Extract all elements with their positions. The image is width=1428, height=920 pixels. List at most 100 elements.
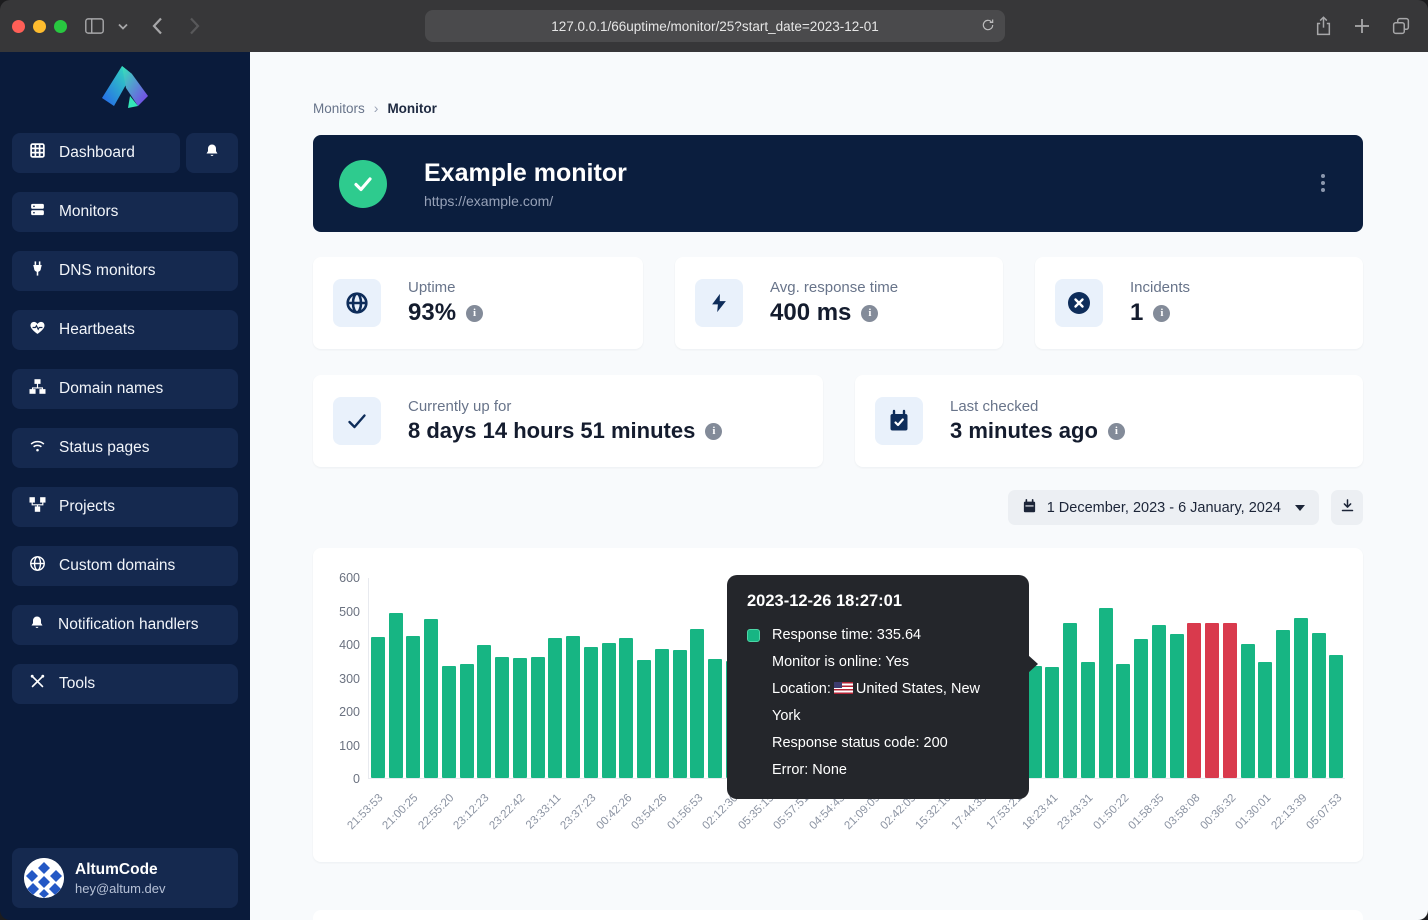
chart-bar-up[interactable] — [1099, 608, 1113, 778]
chart-bar-up[interactable] — [406, 636, 420, 778]
notifications-button[interactable] — [186, 133, 238, 173]
chart-tooltip: 2023-12-26 18:27:01 Response time: 335.6… — [727, 575, 1029, 799]
sidebar-item-tools[interactable]: Tools — [12, 664, 238, 704]
chart-bar-up[interactable] — [424, 619, 438, 778]
bolt-icon — [695, 279, 743, 327]
sidebar-item-projects[interactable]: Projects — [12, 487, 238, 527]
sidebar-item-label: Projects — [59, 498, 115, 516]
reload-icon[interactable] — [981, 18, 995, 35]
chart-bar-up[interactable] — [1312, 633, 1326, 778]
date-range-picker[interactable]: 1 December, 2023 - 6 January, 2024 — [1008, 490, 1319, 525]
info-icon[interactable]: i — [705, 423, 722, 440]
chart-bar-up[interactable] — [1134, 639, 1148, 778]
incidents-card: Incidents 1i — [1035, 257, 1363, 349]
chart-bar-up[interactable] — [566, 636, 580, 778]
chart-bar-down[interactable] — [1205, 623, 1219, 778]
info-icon[interactable]: i — [1153, 305, 1170, 322]
series-swatch — [747, 629, 760, 642]
breadcrumb-monitors-link[interactable]: Monitors — [313, 101, 365, 116]
chart-bar-down[interactable] — [1223, 623, 1237, 778]
avg-response-card: Avg. response time 400 msi — [675, 257, 1003, 349]
check-icon — [333, 397, 381, 445]
chart-bar-up[interactable] — [1258, 662, 1272, 778]
chart-bar-up[interactable] — [708, 659, 722, 778]
forward-button[interactable] — [189, 17, 200, 35]
sidebar-item-dashboard[interactable]: Dashboard — [12, 133, 180, 173]
chart-bar-up[interactable] — [673, 650, 687, 778]
us-flag-icon — [834, 682, 853, 694]
info-icon[interactable]: i — [466, 305, 483, 322]
chart-bar-up[interactable] — [442, 666, 456, 778]
y-tick-label: 200 — [339, 705, 360, 719]
bell-icon — [204, 142, 220, 164]
chart-bar-up[interactable] — [619, 638, 633, 778]
chart-bar-up[interactable] — [371, 637, 385, 778]
calendar-check-icon — [875, 397, 923, 445]
sidebar-item-heartbeats[interactable]: Heartbeats — [12, 310, 238, 350]
chart-bar-up[interactable] — [477, 645, 491, 778]
address-bar[interactable]: 127.0.0.1/66uptime/monitor/25?start_date… — [425, 10, 1005, 42]
globe-icon — [333, 279, 381, 327]
chevron-right-icon: › — [374, 100, 379, 116]
chart-bar-up[interactable] — [1116, 664, 1130, 778]
caret-down-icon — [1295, 505, 1305, 511]
sidebar-item-custom-domains[interactable]: Custom domains — [12, 546, 238, 586]
chart-bar-up[interactable] — [1028, 666, 1042, 778]
chart-bar-up[interactable] — [1152, 625, 1166, 778]
minimize-window-button[interactable] — [33, 20, 46, 33]
chart-bar-up[interactable] — [531, 657, 545, 778]
avg-response-value: 400 ms — [770, 299, 851, 327]
sidebar-toggle-icon[interactable] — [85, 18, 104, 34]
diagram-icon — [29, 496, 46, 518]
chart-bar-up[interactable] — [690, 629, 704, 778]
app-logo[interactable] — [0, 52, 250, 110]
sidebar-item-domain-names[interactable]: Domain names — [12, 369, 238, 409]
chart-bar-up[interactable] — [389, 613, 403, 778]
chart-bar-up[interactable] — [1294, 618, 1308, 778]
chart-bar-up[interactable] — [584, 647, 598, 778]
chart-bar-up[interactable] — [1241, 644, 1255, 778]
chart-bar-up[interactable] — [1329, 655, 1343, 778]
sidebar-item-label: Custom domains — [59, 557, 175, 575]
sidebar-item-status-pages[interactable]: Status pages — [12, 428, 238, 468]
chart-bar-up[interactable] — [1170, 634, 1184, 778]
chart-bar-up[interactable] — [602, 643, 616, 778]
tab-overview-icon[interactable] — [1392, 17, 1410, 35]
chevron-down-icon[interactable] — [118, 23, 128, 30]
sidebar-item-dns-monitors[interactable]: DNS monitors — [12, 251, 238, 291]
monitor-menu-button[interactable] — [1317, 170, 1329, 196]
tools-icon — [29, 673, 46, 695]
sidebar-item-label: Monitors — [59, 203, 118, 221]
chart-bar-up[interactable] — [495, 657, 509, 778]
chart-bar-up[interactable] — [1276, 630, 1290, 778]
info-icon[interactable]: i — [1108, 423, 1125, 440]
chart-bar-up[interactable] — [637, 660, 651, 778]
close-window-button[interactable] — [12, 20, 25, 33]
traffic-lights — [12, 20, 67, 33]
chart-bar-up[interactable] — [1045, 667, 1059, 778]
chart-bar-up[interactable] — [1081, 662, 1095, 778]
chart-bar-up[interactable] — [1063, 623, 1077, 778]
monitor-url: https://example.com/ — [424, 193, 627, 209]
user-account-card[interactable]: AltumCode hey@altum.dev — [12, 848, 238, 908]
tooltip-title: 2023-12-26 18:27:01 — [747, 592, 1009, 611]
globe-icon — [29, 555, 46, 577]
back-button[interactable] — [152, 17, 163, 35]
chart-bar-down[interactable] — [1187, 623, 1201, 778]
info-icon[interactable]: i — [861, 305, 878, 322]
share-icon[interactable] — [1315, 16, 1332, 36]
range-row: 1 December, 2023 - 6 January, 2024 — [313, 490, 1363, 525]
sidebar-item-monitors[interactable]: Monitors — [12, 192, 238, 232]
currently-up-label: Currently up for — [408, 398, 722, 415]
new-tab-icon[interactable] — [1354, 18, 1370, 34]
chart-bar-up[interactable] — [548, 638, 562, 778]
chart-bar-up[interactable] — [460, 664, 474, 778]
y-tick-label: 300 — [339, 672, 360, 686]
incidents-value: 1 — [1130, 299, 1143, 327]
chart-bar-up[interactable] — [513, 658, 527, 778]
zoom-window-button[interactable] — [54, 20, 67, 33]
chart-bar-up[interactable] — [655, 649, 669, 778]
sidebar-item-notification-handlers[interactable]: Notification handlers — [12, 605, 238, 645]
download-button[interactable] — [1331, 490, 1363, 525]
chart-y-axis: 0100200300400500600 — [313, 578, 360, 779]
